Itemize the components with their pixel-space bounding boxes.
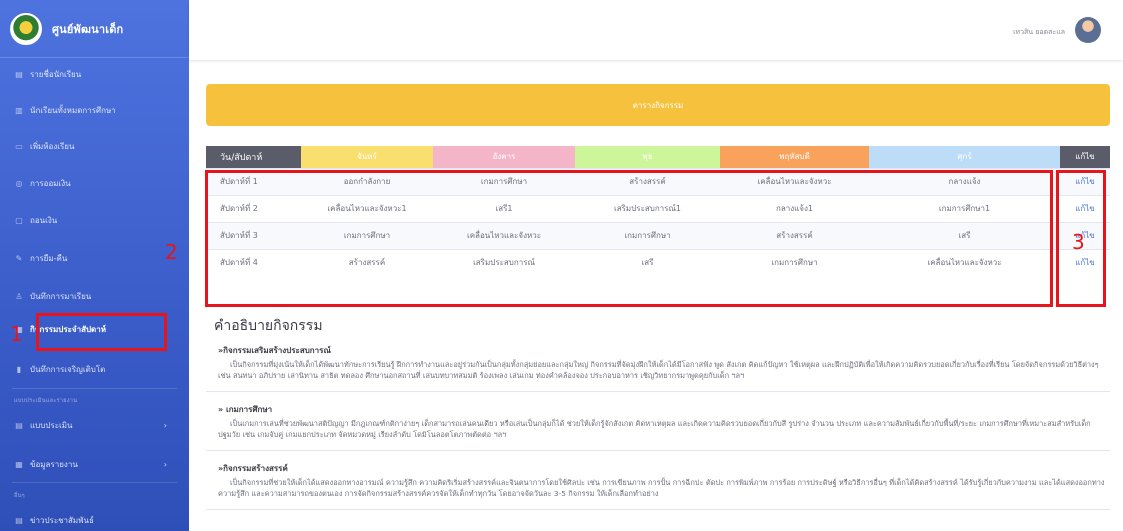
column-header-day-week: วัน/สัปดาห์ bbox=[206, 146, 301, 168]
activity-body: เป็นกิจกรรมที่ช่วยให้เด็กได้แสดงออกทางอา… bbox=[218, 477, 1105, 499]
pencil-icon: ✎ bbox=[15, 253, 23, 263]
sidebar-item-label: ข้อมูลรายงาน bbox=[30, 459, 78, 469]
schedule-banner: ตารางกิจกรรม bbox=[206, 84, 1110, 126]
sidebar-item-label: ข่าวประชาสัมพันธ์ bbox=[30, 515, 94, 525]
column-header-wednesday: พุธ bbox=[575, 146, 720, 168]
description-title: คำอธิบายกิจกรรม bbox=[214, 318, 323, 334]
sidebar-heading-other: อื่นๆ bbox=[14, 493, 25, 499]
column-header-edit: แก้ไข bbox=[1060, 146, 1110, 168]
sidebar-item-savings[interactable]: ◎ การออมเงิน bbox=[0, 171, 189, 195]
sidebar-item-borrow-return[interactable]: ✎ การยืม-คืน bbox=[0, 246, 189, 270]
activity-description-item: »กิจกรรมเสริมสร้างประสบการณ์ เป็นกิจกรรม… bbox=[206, 341, 1110, 392]
activity-body: เป็นกิจกรรมที่มุ่งเน้นให้เด็กได้พัฒนาทัก… bbox=[218, 360, 1099, 381]
user-check-icon: ♙ bbox=[15, 291, 23, 301]
column-header-friday: ศุกร์ bbox=[869, 146, 1060, 168]
sidebar-item-student-list[interactable]: ▤ รายชื่อนักเรียน bbox=[0, 62, 189, 86]
activity-body: เป็นเกมการเล่นที่ช่วยพัฒนาสติปัญญา มีกฎเ… bbox=[218, 418, 1091, 440]
chevron-right-icon: › bbox=[163, 459, 167, 469]
sidebar-brand[interactable]: ศูนย์พัฒนาเด็ก bbox=[0, 0, 189, 58]
sidebar-item-label: การยืม-คืน bbox=[30, 253, 68, 263]
savings-icon: ◎ bbox=[15, 178, 23, 188]
form-icon: ▤ bbox=[15, 420, 23, 430]
brand-name: ศูนย์พัฒนาเด็ก bbox=[52, 22, 124, 36]
sidebar-item-add-classroom[interactable]: ▭ เพิ่มห้องเรียน bbox=[0, 134, 189, 158]
column-header-monday: จันทร์ bbox=[301, 146, 433, 168]
classroom-icon: ▭ bbox=[15, 141, 23, 151]
report-icon: ▦ bbox=[15, 459, 23, 469]
sidebar-item-news[interactable]: ▤ ข่าวประชาสัมพันธ์ bbox=[0, 508, 189, 531]
sidebar: ศูนย์พัฒนาเด็ก ▤ รายชื่อนักเรียน ▥ นักเร… bbox=[0, 0, 189, 531]
sidebar-divider bbox=[12, 482, 177, 483]
activity-title: » เกมการศึกษา bbox=[218, 404, 273, 414]
column-header-tuesday: อังคาร bbox=[433, 146, 575, 168]
sidebar-item-label: นักเรียนทั้งหมดการศึกษา bbox=[30, 105, 116, 115]
sidebar-item-label: รายชื่อนักเรียน bbox=[30, 69, 82, 79]
sidebar-item-attendance[interactable]: ♙ บันทึกการมาเรียน bbox=[0, 284, 189, 308]
sidebar-item-report[interactable]: ▦ ข้อมูลรายงาน › bbox=[0, 452, 189, 476]
sidebar-item-label: การออมเงิน bbox=[30, 178, 71, 188]
highlight-box-1 bbox=[36, 313, 167, 351]
topbar: เทวสิน ยอดสะแล bbox=[189, 0, 1123, 60]
activity-description-item: »กิจกรรมสร้างสรรค์ เป็นกิจกรรมที่ช่วยให้… bbox=[206, 459, 1110, 510]
withdraw-icon: ▢ bbox=[15, 215, 23, 225]
sidebar-item-label: เพิ่มห้องเรียน bbox=[30, 141, 75, 151]
table-header-row: วัน/สัปดาห์ จันทร์ อังคาร พุธ พฤหัสบดี ศ… bbox=[206, 146, 1110, 168]
sidebar-divider bbox=[12, 388, 177, 389]
annotation-number-2: 2 bbox=[165, 240, 178, 264]
chart-icon: ▮ bbox=[16, 364, 22, 374]
list-icon: ▤ bbox=[15, 69, 23, 79]
activity-description-item: » เกมการศึกษา เป็นเกมการเล่นที่ช่วยพัฒนา… bbox=[206, 400, 1110, 451]
activity-title: »กิจกรรมสร้างสรรค์ bbox=[218, 463, 288, 473]
logo-icon bbox=[10, 12, 42, 45]
sidebar-item-label: ถอนเงิน bbox=[30, 215, 58, 225]
activity-description-section: คำอธิบายกิจกรรม »กิจกรรมเสริมสร้างประสบก… bbox=[206, 315, 1110, 518]
annotation-number-1: 1 bbox=[10, 322, 23, 346]
news-icon: ▤ bbox=[15, 515, 23, 525]
user-name[interactable]: เทวสิน ยอดสะแล bbox=[1013, 27, 1065, 38]
avatar[interactable] bbox=[1075, 17, 1101, 43]
column-header-thursday: พฤหัสบดี bbox=[720, 146, 869, 168]
sidebar-item-withdraw[interactable]: ▢ ถอนเงิน bbox=[0, 208, 189, 232]
sidebar-item-label: บันทึกการเจริญเติบโต bbox=[30, 364, 106, 374]
sidebar-heading-assessment: แบบประเมินและรายงาน bbox=[14, 398, 78, 404]
highlight-box-2 bbox=[205, 170, 1053, 307]
annotation-number-3: 3 bbox=[1072, 230, 1085, 254]
sidebar-item-all-students[interactable]: ▥ นักเรียนทั้งหมดการศึกษา bbox=[0, 98, 189, 122]
chevron-right-icon: › bbox=[163, 420, 167, 430]
sidebar-item-label: แบบประเมิน bbox=[30, 420, 73, 430]
sidebar-item-label: บันทึกการมาเรียน bbox=[30, 291, 92, 301]
sidebar-item-growth-record[interactable]: ▮ บันทึกการเจริญเติบโต bbox=[0, 357, 189, 381]
app-root: ศูนย์พัฒนาเด็ก ▤ รายชื่อนักเรียน ▥ นักเร… bbox=[0, 0, 1123, 531]
book-icon: ▥ bbox=[15, 105, 23, 115]
activity-title: »กิจกรรมเสริมสร้างประสบการณ์ bbox=[218, 346, 331, 355]
sidebar-item-assessment[interactable]: ▤ แบบประเมิน › bbox=[0, 413, 189, 437]
